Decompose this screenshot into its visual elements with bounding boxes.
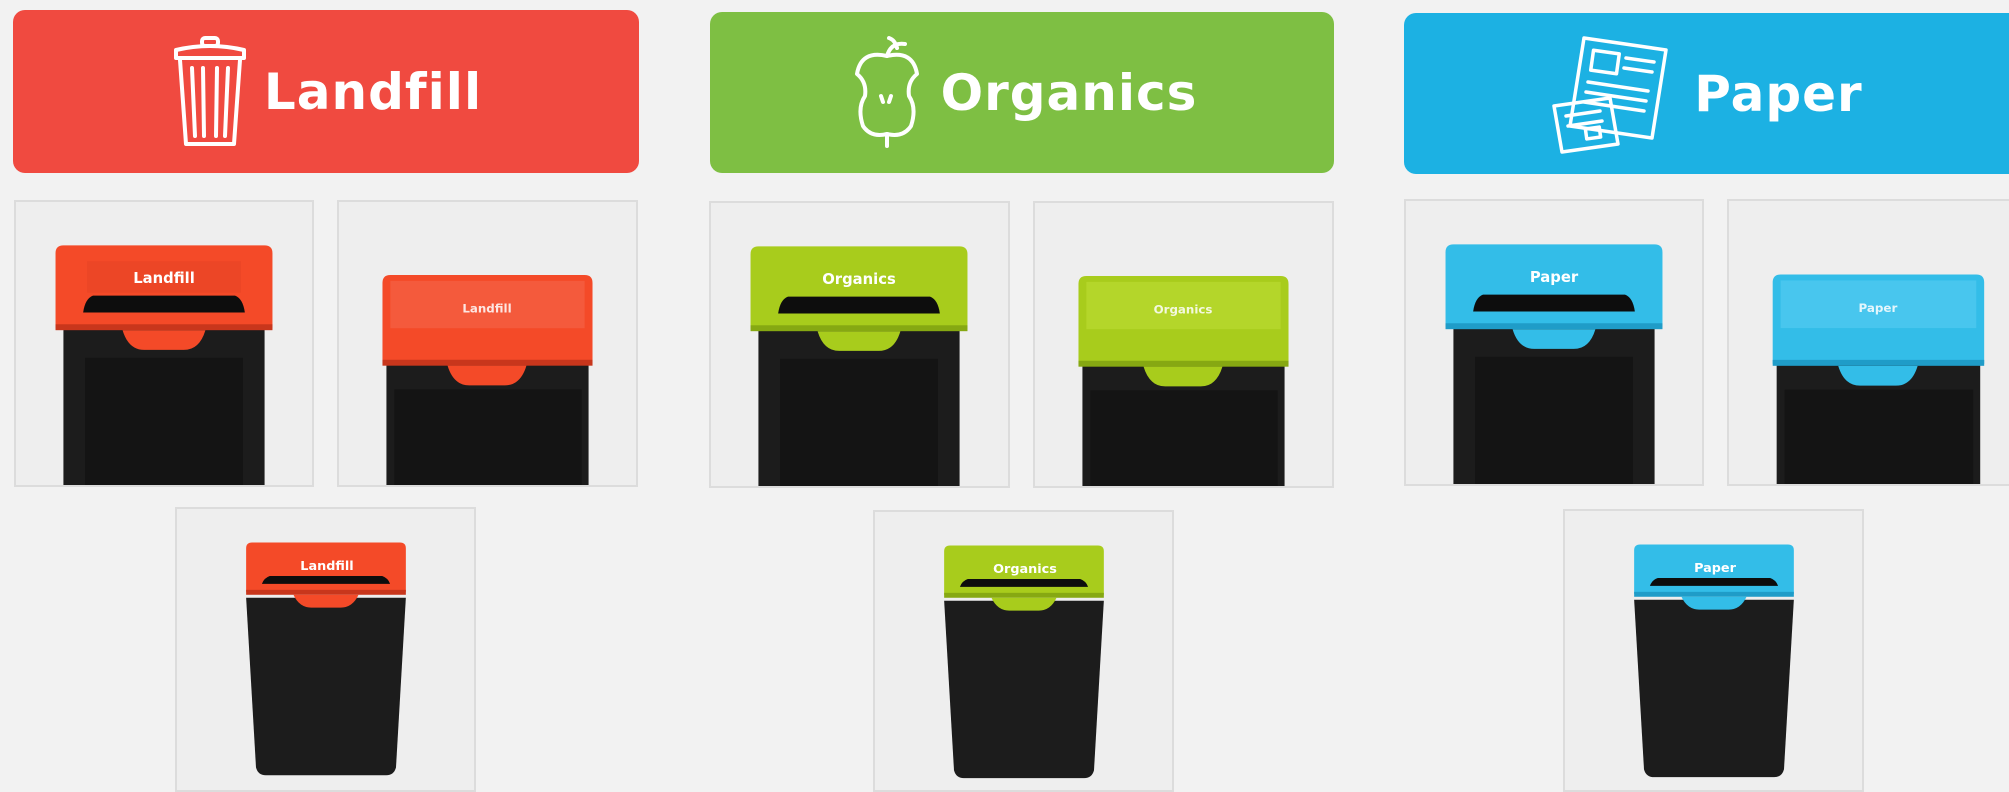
bin-photo-landfill-open[interactable]: Landfill <box>14 200 314 487</box>
banner-label-paper: Paper <box>1694 64 1863 123</box>
lid-label-organics: Organics <box>822 271 896 288</box>
bin-photo-landfill-swing-lid[interactable]: Landfill <box>337 200 638 487</box>
apple-core-icon <box>847 34 927 152</box>
bin-photo-organics-open[interactable]: Organics <box>709 201 1010 488</box>
lid-label-paper: Paper <box>1530 269 1579 286</box>
bin-photo-organics-swing-lid[interactable]: Organics <box>1033 201 1334 488</box>
bin-photo-landfill-small[interactable]: Landfill <box>175 507 476 792</box>
trash-bin-icon <box>170 34 250 150</box>
lid-label-paper-swing: Paper <box>1858 301 1897 315</box>
lid-label-landfill-swing: Landfill <box>462 301 511 315</box>
banner-organics[interactable]: Organics <box>710 12 1334 173</box>
lid-label-landfill-small: Landfill <box>300 559 353 574</box>
banner-label-organics: Organics <box>940 63 1198 122</box>
bin-photo-paper-swing-lid[interactable]: Paper <box>1727 199 2009 486</box>
bin-photo-organics-small[interactable]: Organics <box>873 510 1174 792</box>
banner-landfill[interactable]: Landfill <box>13 10 639 173</box>
lid-label-organics-swing: Organics <box>1154 302 1213 316</box>
lid-label-organics-small: Organics <box>993 562 1057 577</box>
lid-label-paper-small: Paper <box>1694 561 1737 576</box>
newspaper-icon <box>1550 34 1680 154</box>
banner-label-landfill: Landfill <box>263 62 483 121</box>
banner-paper[interactable]: Paper <box>1404 13 2009 174</box>
lid-label-landfill: Landfill <box>133 270 195 287</box>
bin-photo-paper-open[interactable]: Paper <box>1404 199 1704 486</box>
bin-photo-paper-small[interactable]: Paper <box>1563 509 1864 792</box>
